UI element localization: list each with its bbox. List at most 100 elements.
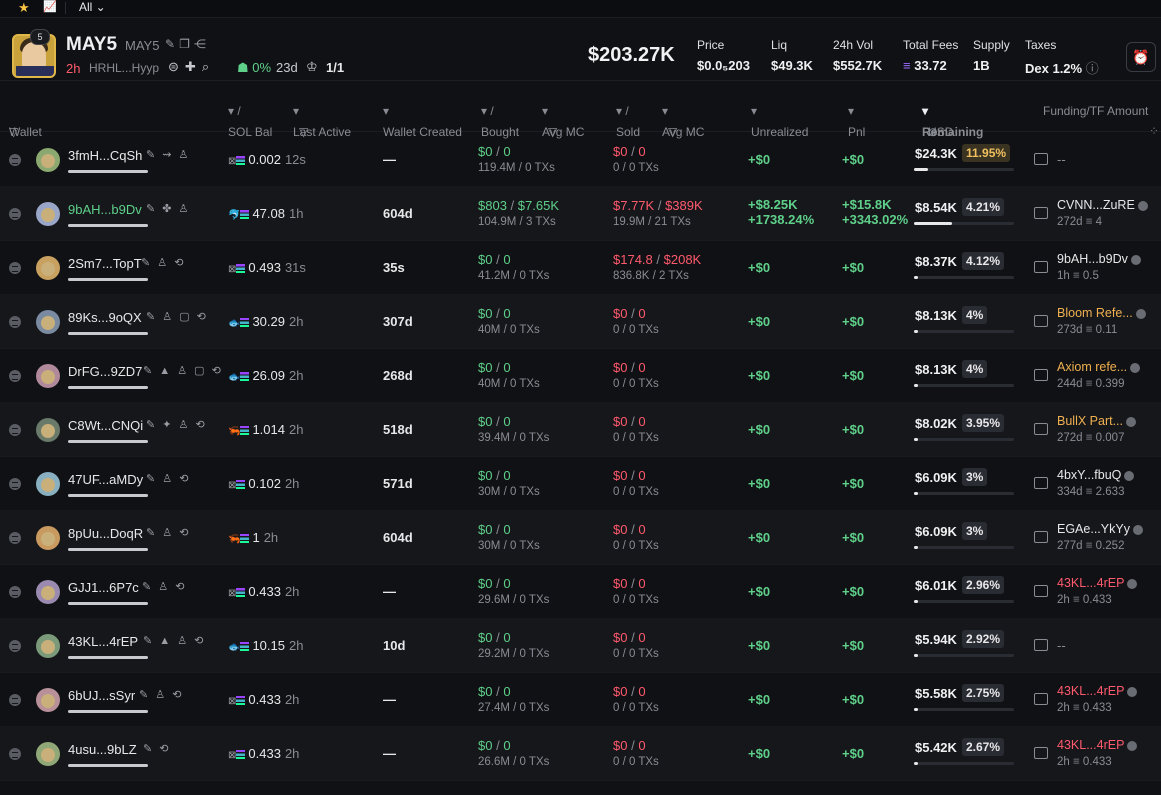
- table-row[interactable]: 4usu...9bLZ ✎ ⟲ ⊠ 0.433 2h — $0 / 0 26.6M …: [0, 726, 1161, 781]
- row-menu-icon[interactable]: [9, 262, 21, 274]
- row-menu-icon[interactable]: [9, 640, 21, 652]
- table-row[interactable]: 6bUJ...sSyr ✎ ♙ ⟲ ⊠ 0.433 2h — $0 / 0 27.4…: [0, 672, 1161, 727]
- row-menu-icon[interactable]: [9, 478, 21, 490]
- funding-source[interactable]: 4bxY...fbuQ: [1057, 468, 1135, 482]
- unrealized: +$0: [748, 530, 771, 545]
- wallet-tag-icons[interactable]: ✎ ✤ ♙: [146, 202, 190, 215]
- funding-source[interactable]: 43KL...4rEP: [1057, 576, 1138, 590]
- pump-icon[interactable]: ⊜: [168, 59, 185, 74]
- col-wallet-created[interactable]: Wallet Created ▾: [383, 104, 462, 139]
- wallet-tag-icons[interactable]: ✎ ♙ ⟲: [141, 256, 185, 269]
- wallet-tag-icons[interactable]: ✎ ♙ ⟲: [146, 526, 190, 539]
- transfer-icon[interactable]: [1034, 315, 1048, 327]
- col-avg-mc-bought[interactable]: Avg MC ▾ ▽: [542, 104, 584, 139]
- table-row[interactable]: DrFG...9ZD7 ✎ ▲ ♙ ▢ ⟲ 🐟 26.09 2h 268d $0 /…: [0, 348, 1161, 403]
- funding-source[interactable]: 43KL...4rEP: [1057, 738, 1138, 752]
- chart-icon[interactable]: 📈: [43, 0, 57, 13]
- transfer-icon[interactable]: [1034, 261, 1048, 273]
- funding-source[interactable]: EGAe...YkYy: [1057, 522, 1143, 536]
- transfer-icon[interactable]: [1034, 423, 1048, 435]
- transfer-icon[interactable]: [1034, 153, 1048, 165]
- row-menu-icon[interactable]: [9, 208, 21, 220]
- wallet-tag-icons[interactable]: ✎ ⇝ ♙: [146, 148, 190, 161]
- wallet-address[interactable]: GJJ1...6P7c: [68, 580, 139, 595]
- last-active: 12s: [284, 152, 306, 167]
- row-menu-icon[interactable]: [9, 694, 21, 706]
- wallet-address[interactable]: 6bUJ...sSyr: [68, 688, 135, 703]
- table-row[interactable]: 3fmH...CqSh ✎ ⇝ ♙ ⊠ 0.002 12s — $0 / 0 119…: [0, 132, 1161, 187]
- transfer-icon[interactable]: [1034, 531, 1048, 543]
- row-menu-icon[interactable]: [9, 316, 21, 328]
- funding-source[interactable]: CVNN...ZuRE: [1057, 198, 1148, 212]
- search-icon[interactable]: ⌕: [202, 59, 215, 74]
- filter-dropdown[interactable]: All ⌄: [79, 0, 106, 14]
- share-icon[interactable]: ⋲: [194, 37, 210, 51]
- col-avg-mc-sold[interactable]: Avg MC ▾ ▽: [662, 104, 704, 139]
- table-row[interactable]: 8pUu...DoqR ✎ ♙ ⟲ 🦐 1 2h 604d $0 / 0 30M /…: [0, 510, 1161, 565]
- col-last-active[interactable]: Last Active ▾ ▽: [293, 104, 351, 139]
- add-comment-icon[interactable]: ✚: [185, 59, 202, 74]
- wallet-tag-icons[interactable]: ✎ ♙ ⟲: [139, 688, 183, 701]
- row-menu-icon[interactable]: [9, 424, 21, 436]
- col-funding[interactable]: Funding/TF Amount: [1043, 104, 1148, 118]
- funding-source[interactable]: Bloom Refe...: [1057, 306, 1146, 320]
- row-menu-icon[interactable]: [9, 748, 21, 760]
- wallet-address[interactable]: 4usu...9bLZ: [68, 742, 137, 757]
- transfer-icon[interactable]: [1034, 693, 1048, 705]
- table-row[interactable]: 9bAH...b9Dv ✎ ✤ ♙ 🐬 47.08 1h 604d $803 / $…: [0, 186, 1161, 241]
- transfer-icon[interactable]: [1034, 639, 1048, 651]
- wallet-address[interactable]: 2Sm7...TopT: [68, 256, 142, 271]
- wallet-tag-icons[interactable]: ✎ ♙ ⟲: [142, 580, 186, 593]
- bought-value: $803 / $7.65K: [478, 198, 559, 213]
- transfer-icon[interactable]: [1034, 585, 1048, 597]
- funding-source[interactable]: BullX Part...: [1057, 414, 1136, 428]
- transfer-icon[interactable]: [1034, 369, 1048, 381]
- table-row[interactable]: 47UF...aMDy ✎ ♙ ⟲ ⊠ 0.102 2h 571d $0 / 0 3…: [0, 456, 1161, 511]
- col-remaining[interactable]: Remaining ▾ USD ⊜: [922, 104, 983, 139]
- transfer-icon[interactable]: [1034, 207, 1048, 219]
- sold-usd: $0: [613, 738, 628, 753]
- wallet-tag-icons[interactable]: ✎ ♙ ▢ ⟲: [146, 310, 208, 323]
- funding-source[interactable]: 43KL...4rEP: [1057, 684, 1138, 698]
- transfer-icon[interactable]: [1034, 477, 1048, 489]
- col-sol-bal[interactable]: SOL Bal ▾ /: [228, 104, 272, 139]
- wallet-address[interactable]: 43KL...4rEP: [68, 634, 138, 649]
- funding-source[interactable]: Axiom refe...: [1057, 360, 1141, 374]
- table-row[interactable]: 2Sm7...TopT ✎ ♙ ⟲ ⊠ 0.493 31s 35s $0 / 0 4…: [0, 240, 1161, 295]
- funding-label: 4bxY...fbuQ: [1057, 468, 1122, 482]
- wallet-tag-icons[interactable]: ✎ ▲ ♙ ▢ ⟲: [143, 364, 223, 377]
- funding-label: 43KL...4rEP: [1057, 576, 1125, 590]
- wallet-address[interactable]: 3fmH...CqSh: [68, 148, 142, 163]
- col-bought[interactable]: Bought ▾ /: [481, 104, 519, 139]
- wallet-tag-icons[interactable]: ✎ ✦ ♙ ⟲: [146, 418, 207, 431]
- table-row[interactable]: 89Ks...9oQX ✎ ♙ ▢ ⟲ 🐟 30.29 2h 307d $0 / 0…: [0, 294, 1161, 349]
- info-icon[interactable]: ⓘ: [1086, 61, 1099, 76]
- wallet-tag-icons[interactable]: ✎ ♙ ⟲: [146, 472, 190, 485]
- col-sold[interactable]: Sold ▾ /: [616, 104, 640, 139]
- row-menu-icon[interactable]: [9, 154, 21, 166]
- wallet-address[interactable]: 8pUu...DoqR: [68, 526, 143, 541]
- row-menu-icon[interactable]: [9, 586, 21, 598]
- copy-icon[interactable]: ❐: [179, 37, 194, 51]
- wallet-address[interactable]: C8Wt...CNQi: [68, 418, 143, 433]
- wallet-address[interactable]: DrFG...9ZD7: [68, 364, 142, 379]
- wallet-address[interactable]: 47UF...aMDy: [68, 472, 143, 487]
- transfer-icon[interactable]: [1034, 747, 1048, 759]
- table-row[interactable]: 43KL...4rEP ✎ ▲ ♙ ⟲ 🐟 10.15 2h 10d $0 / 0 …: [0, 618, 1161, 673]
- wallet-address[interactable]: 89Ks...9oQX: [68, 310, 142, 325]
- col-pnl[interactable]: Pnl ▾: [848, 104, 865, 139]
- star-icon[interactable]: ★: [18, 0, 30, 16]
- table-row[interactable]: C8Wt...CNQi ✎ ✦ ♙ ⟲ 🦐 1.014 2h 518d $0 / 0…: [0, 402, 1161, 457]
- row-menu-icon[interactable]: [9, 370, 21, 382]
- funding-source[interactable]: 9bAH...b9Dv: [1057, 252, 1141, 266]
- wallet-address[interactable]: 9bAH...b9Dv: [68, 202, 142, 217]
- edit-icon[interactable]: ✎: [165, 37, 179, 51]
- wallet-tag-icons[interactable]: ✎ ▲ ♙ ⟲: [143, 634, 205, 647]
- wallet-tag-icons[interactable]: ✎ ⟲: [143, 742, 171, 755]
- row-menu-icon[interactable]: [9, 532, 21, 544]
- bought-value: $0 / 0: [478, 684, 511, 699]
- col-unrealized[interactable]: Unrealized ▾: [751, 104, 808, 139]
- alert-button[interactable]: ⏰: [1126, 42, 1156, 72]
- table-row[interactable]: GJJ1...6P7c ✎ ♙ ⟲ ⊠ 0.433 2h — $0 / 0 29.6…: [0, 564, 1161, 619]
- token-address[interactable]: HRHL...Hyyp: [89, 61, 159, 75]
